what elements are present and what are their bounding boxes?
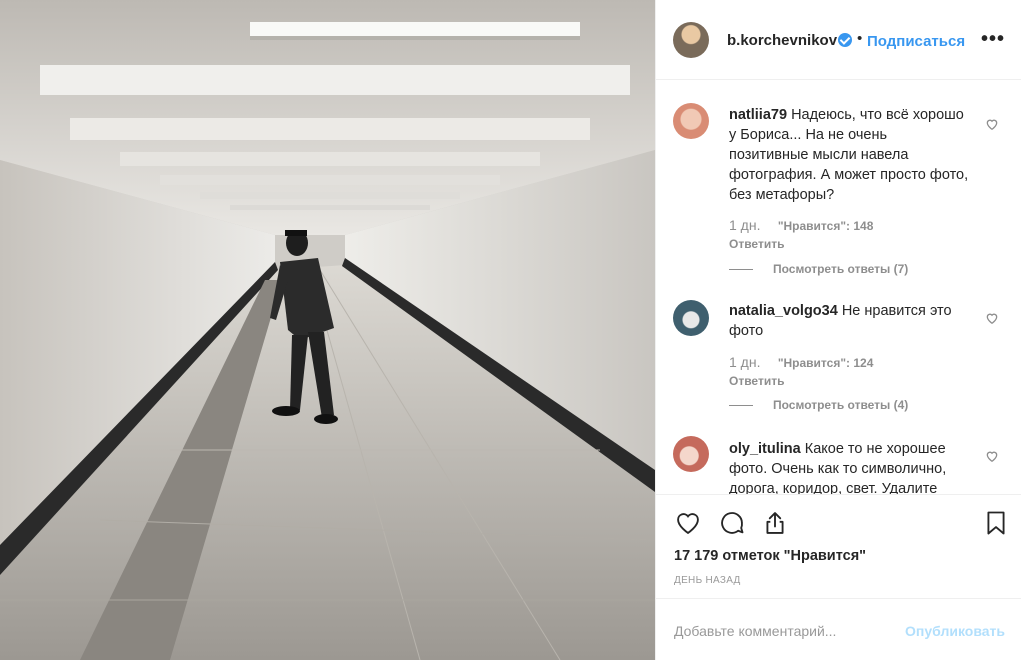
author-avatar[interactable]	[673, 22, 709, 58]
verified-icon	[838, 33, 852, 47]
heart-icon[interactable]	[985, 117, 999, 131]
comment-text-block: natliia79 Надеюсь, что всё хорошо у Бори…	[729, 105, 969, 205]
add-comment-bar: Добавьте комментарий... Опубликовать	[656, 598, 1021, 660]
view-replies-button[interactable]: Посмотреть ответы (4)	[729, 398, 908, 412]
post-photo[interactable]	[0, 0, 655, 660]
post-header: b.korchevnikov • Подписаться •••	[656, 0, 1021, 80]
post-actions: 17 179 отметок "Нравится" ДЕНЬ НАЗАД	[656, 494, 1021, 599]
more-options-icon[interactable]: •••	[981, 28, 1005, 51]
post-side-panel: b.korchevnikov • Подписаться ••• natliia…	[655, 0, 1021, 660]
reply-button[interactable]: Ответить	[729, 374, 784, 388]
comment-text-block: natalia_volgo34 Не нравится это фото	[729, 301, 969, 341]
share-icon[interactable]	[761, 509, 789, 537]
comment-meta: 1 дн. "Нравится": 148	[729, 217, 873, 233]
like-heart-icon[interactable]	[674, 509, 702, 537]
heart-icon[interactable]	[985, 449, 999, 463]
comment-age: 1 дн.	[729, 217, 761, 233]
comment-username[interactable]: natliia79	[729, 107, 787, 123]
comment-input[interactable]: Добавьте комментарий...	[674, 623, 836, 639]
reply-button[interactable]: Ответить	[729, 237, 784, 251]
post-date[interactable]: ДЕНЬ НАЗАД	[674, 575, 741, 586]
comments-list[interactable]: natliia79 Надеюсь, что всё хорошо у Бори…	[656, 81, 1021, 494]
likes-count[interactable]: 17 179 отметок "Нравится"	[674, 548, 866, 564]
view-replies-button[interactable]: Посмотреть ответы (7)	[729, 262, 908, 276]
view-replies-label: Посмотреть ответы (4)	[773, 398, 909, 412]
publish-button[interactable]: Опубликовать	[905, 623, 1005, 639]
comment-likes[interactable]: "Нравится": 148	[778, 219, 874, 233]
commenter-avatar[interactable]	[673, 300, 709, 336]
comment-meta: 1 дн. "Нравится": 124	[729, 354, 873, 370]
tunnel-photo-image	[0, 0, 655, 660]
commenter-avatar[interactable]	[673, 103, 709, 139]
author-username[interactable]: b.korchevnikov	[727, 32, 837, 49]
heart-icon[interactable]	[985, 311, 999, 325]
comment-text-block: oly_itulina Какое то не хорошее фото. Оч…	[729, 439, 974, 494]
view-replies-label: Посмотреть ответы (7)	[773, 262, 909, 276]
divider-line	[729, 405, 753, 407]
comment-icon[interactable]	[718, 509, 746, 537]
comment-username[interactable]: natalia_volgo34	[729, 303, 838, 319]
divider-line	[729, 269, 753, 271]
comment-username[interactable]: oly_itulina	[729, 441, 801, 457]
comment-age: 1 дн.	[729, 354, 761, 370]
separator-dot: •	[857, 30, 863, 47]
commenter-avatar[interactable]	[673, 436, 709, 472]
follow-button[interactable]: Подписаться	[867, 33, 965, 50]
comment-likes[interactable]: "Нравится": 124	[778, 356, 874, 370]
bookmark-icon[interactable]	[982, 509, 1010, 537]
